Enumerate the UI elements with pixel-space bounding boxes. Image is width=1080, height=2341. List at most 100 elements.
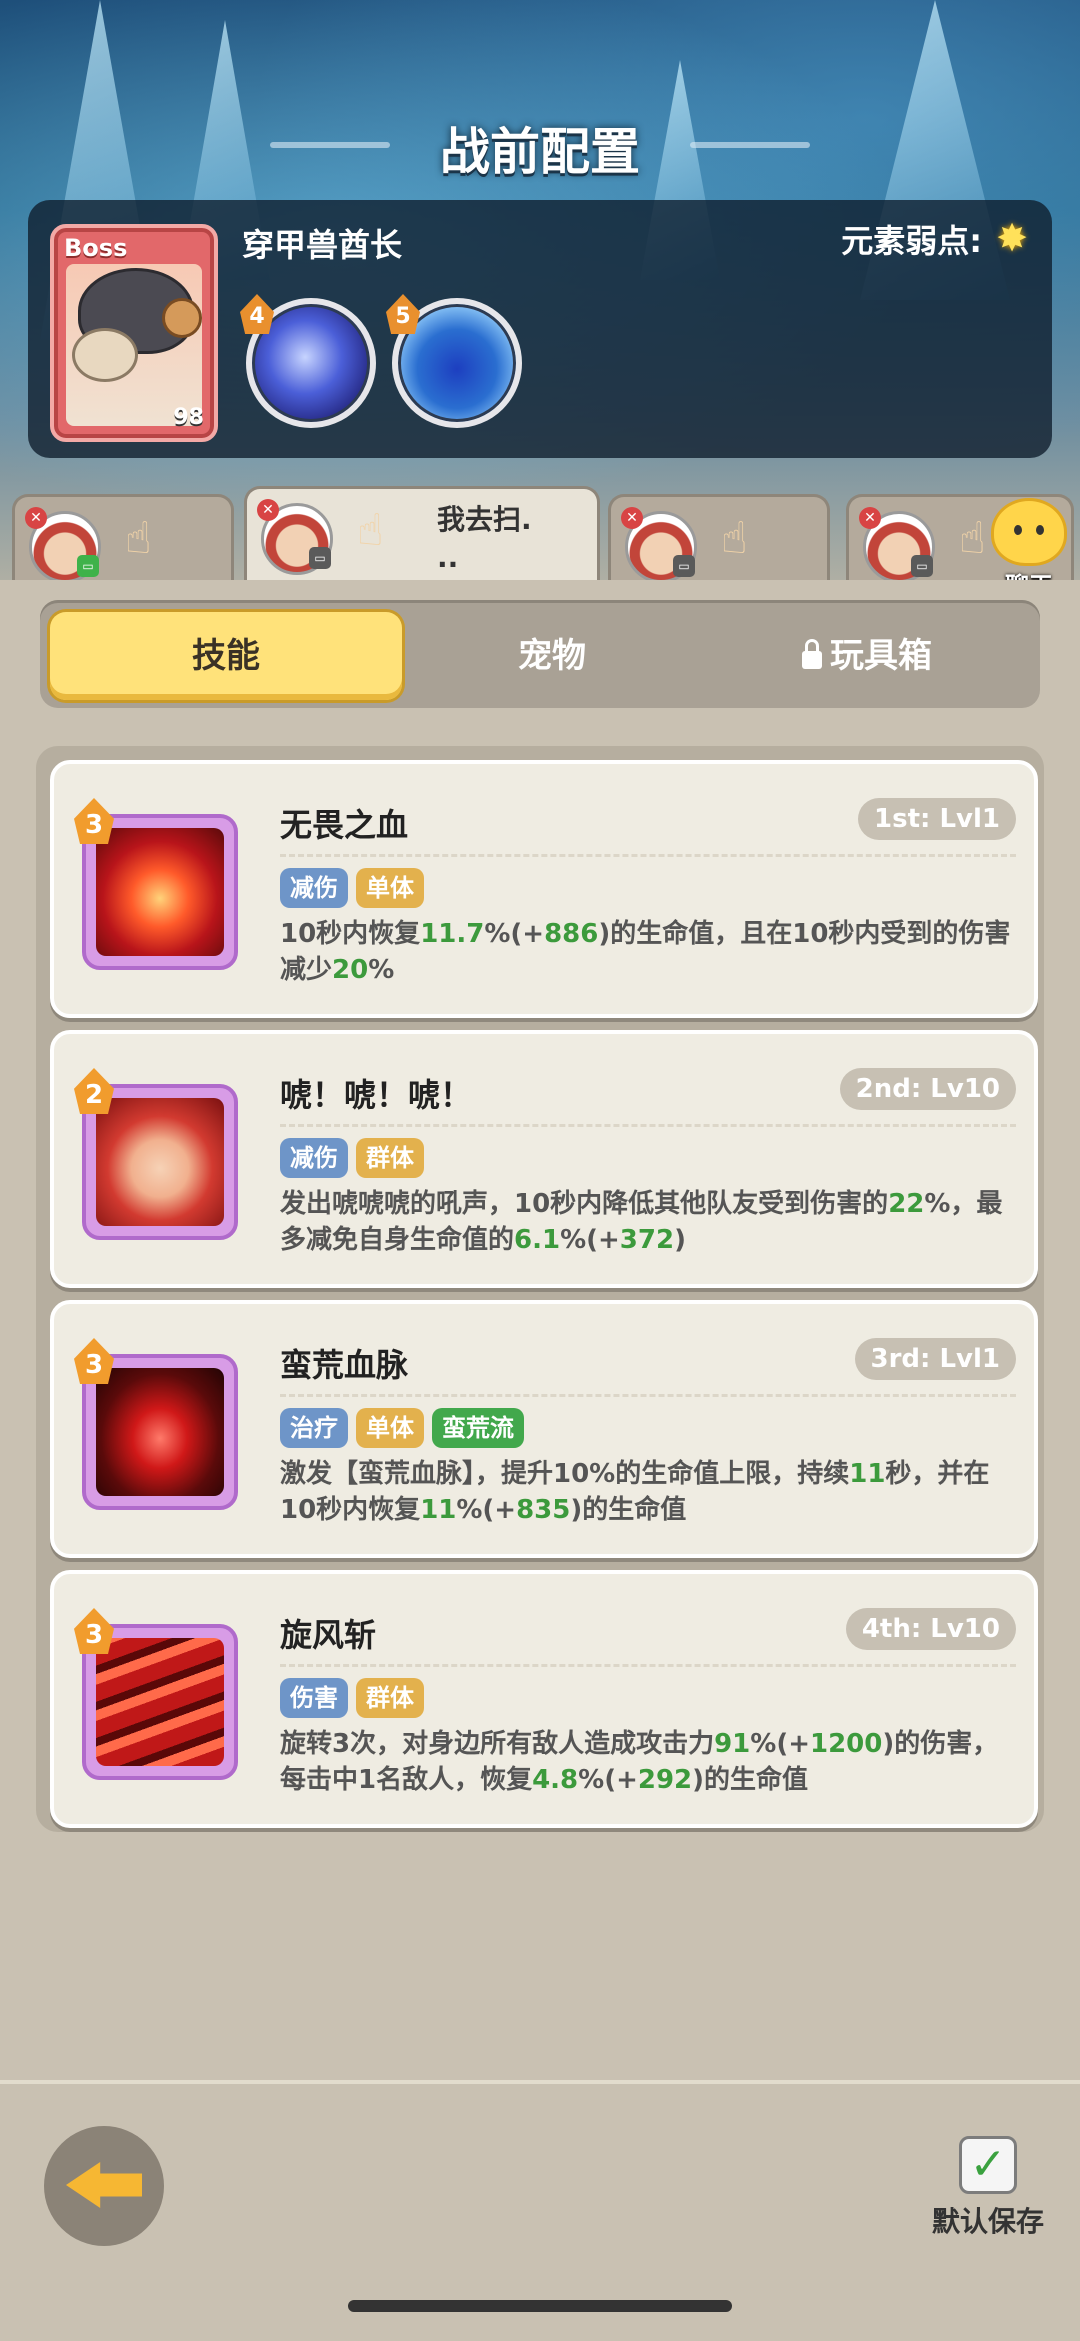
highlighted-value: 835: [516, 1495, 571, 1525]
skill-name: 唬！唬！唬！: [280, 1076, 473, 1114]
tab-toybox-label: 玩具箱: [830, 636, 932, 676]
remove-x-icon[interactable]: ✕: [257, 499, 279, 521]
description-text: 10秒内恢复: [280, 919, 421, 949]
description-text: 旋转3次，对身边所有敌人造成攻击力: [280, 1729, 715, 1759]
skill-icon-art: [96, 1368, 224, 1496]
status-icon: ▭: [911, 555, 933, 577]
skill-rank-badge: 3rd: Lvl1: [854, 1338, 1016, 1380]
skill-level-badge: 3: [74, 798, 114, 844]
status-icon: ▭: [77, 555, 99, 577]
highlighted-value: 4.8: [532, 1765, 579, 1795]
divider: [280, 1124, 1016, 1127]
boss-portrait-card[interactable]: Boss 98: [50, 224, 218, 442]
highlighted-value: 372: [619, 1225, 675, 1255]
pointing-hand-icon: ☝: [357, 505, 384, 556]
skill-icon-art: [96, 828, 224, 956]
description-text: 激发【蛮荒血脉】，提升10%的生命值上限，持续: [280, 1459, 850, 1489]
skill-tags: 治疗 单体 蛮荒流: [280, 1408, 532, 1448]
tab-toybox[interactable]: 玩具箱: [702, 612, 1032, 700]
skill-tag: 伤害: [280, 1678, 348, 1718]
divider: [280, 854, 1016, 857]
description-text: )的生命值: [692, 1765, 809, 1795]
skill-tag: 治疗: [280, 1408, 348, 1448]
skill-description: 发出唬唬唬的吼声，10秒内降低其他队友受到伤害的22%，最多减免自身生命值的6.…: [280, 1186, 1016, 1258]
remove-x-icon[interactable]: ✕: [859, 507, 881, 529]
description-text: %(+: [578, 1765, 638, 1795]
default-save-toggle[interactable]: ✓ 默认保存: [928, 2136, 1048, 2240]
pointing-hand-icon: ☝: [959, 513, 986, 564]
skill-tags: 减伤 单体: [280, 868, 432, 908]
tab-skills[interactable]: 技能: [50, 612, 402, 700]
skill-card[interactable]: 3 无畏之血 1st: Lvl1 减伤 单体 10秒内恢复11.7%(+886)的…: [50, 760, 1038, 1018]
orb-level-badge: 5: [386, 294, 420, 334]
back-arrow-icon: [66, 2162, 142, 2208]
boss-name: 穿甲兽酋长: [242, 226, 403, 264]
skill-tags: 减伤 群体: [280, 1138, 432, 1178]
smiley-face-icon: [991, 498, 1067, 566]
back-button[interactable]: [44, 2126, 164, 2246]
home-indicator[interactable]: [348, 2300, 732, 2312]
description-text: %: [368, 955, 395, 985]
team-member-tab[interactable]: ✕ ▭ ☝ 我去扫. ..: [244, 486, 600, 583]
skill-tag: 群体: [356, 1678, 424, 1718]
skill-list: 3 无畏之血 1st: Lvl1 减伤 单体 10秒内恢复11.7%(+886)的…: [36, 746, 1044, 1832]
status-icon: ▭: [673, 555, 695, 577]
tab-pets[interactable]: 宠物: [402, 612, 702, 700]
skill-name: 旋风斩: [280, 1616, 377, 1654]
screen-title: 战前配置: [440, 123, 640, 181]
skill-card[interactable]: 3 旋风斩 4th: Lv10 伤害 群体 旋转3次，对身边所有敌人造成攻击力91…: [50, 1570, 1038, 1828]
category-segmented-control: 技能 宠物 玩具箱: [40, 600, 1040, 708]
divider: [280, 1664, 1016, 1667]
description-text: %(+: [484, 919, 545, 949]
skill-tag: 减伤: [280, 868, 348, 908]
highlighted-value: 11: [849, 1459, 886, 1489]
status-icon: ▭: [309, 547, 331, 569]
skill-level-badge: 3: [74, 1608, 114, 1654]
lock-icon: [802, 639, 822, 669]
pointing-hand-icon: ☝: [125, 513, 152, 564]
default-save-label: 默认保存: [931, 2205, 1044, 2238]
armadillo-boss-ear: [162, 298, 202, 338]
boss-info-panel: Boss 98 穿甲兽酋长 元素弱点: ✸ 4 5: [28, 200, 1052, 458]
main-content: 技能 宠物 玩具箱 3 无畏之血 1st: Lvl1 减伤 单体 10秒内恢复11…: [0, 580, 1080, 2080]
skill-description: 激发【蛮荒血脉】，提升10%的生命值上限，持续11秒，并在10秒内恢复11%(+…: [280, 1456, 1016, 1528]
remove-x-icon[interactable]: ✕: [621, 507, 643, 529]
team-member-tab[interactable]: ✕ ▭ ☝: [608, 494, 830, 583]
highlighted-value: 6.1: [514, 1225, 561, 1255]
remove-x-icon[interactable]: ✕: [25, 507, 47, 529]
highlighted-value: 20: [332, 955, 369, 985]
skill-tag: 单体: [356, 868, 424, 908]
highlighted-value: 886: [544, 919, 599, 949]
team-member-tab[interactable]: ✕ ▭ ☝: [12, 494, 234, 583]
skill-tag: 蛮荒流: [432, 1408, 524, 1448]
skill-level-badge: 2: [74, 1068, 114, 1114]
skill-icon-art: [96, 1638, 224, 1766]
skill-name: 无畏之血: [280, 806, 409, 844]
description-text: %(+: [456, 1495, 517, 1525]
skill-level-badge: 3: [74, 1338, 114, 1384]
highlighted-value: 22: [888, 1189, 925, 1219]
skill-card[interactable]: 2 唬！唬！唬！ 2nd: Lv10 减伤 群体 发出唬唬唬的吼声，10秒内降低其…: [50, 1030, 1038, 1288]
highlighted-value: 91: [714, 1729, 751, 1759]
highlighted-value: 11.7: [420, 919, 485, 949]
description-text: ): [674, 1225, 686, 1255]
element-weakness-label: 元素弱点:: [841, 222, 982, 260]
team-member-message: 我去扫. ..: [437, 503, 532, 574]
skill-card[interactable]: 3 蛮荒血脉 3rd: Lvl1 治疗 单体 蛮荒流 激发【蛮荒血脉】，提升10%的…: [50, 1300, 1038, 1558]
skill-description: 旋转3次，对身边所有敌人造成攻击力91%(+1200)的伤害，每击中1名敌人，恢…: [280, 1726, 1016, 1798]
armadillo-boss-face: [72, 328, 138, 382]
skill-tag: 单体: [356, 1408, 424, 1448]
description-text: %(+: [750, 1729, 810, 1759]
checkmark-icon[interactable]: ✓: [959, 2136, 1017, 2194]
boss-level: 98: [173, 405, 204, 430]
description-text: 发出唬唬唬的吼声，10秒内降低其他队友受到伤害的: [280, 1189, 889, 1219]
description-text: )的生命值: [570, 1495, 687, 1525]
highlighted-value: 1200: [810, 1729, 883, 1759]
divider: [280, 1394, 1016, 1397]
pointing-hand-icon: ☝: [721, 513, 748, 564]
skill-description: 10秒内恢复11.7%(+886)的生命值，且在10秒内受到的伤害减少20%: [280, 916, 1016, 988]
highlighted-value: 11: [420, 1495, 457, 1525]
skill-rank-badge: 2nd: Lv10: [839, 1068, 1016, 1110]
skill-name: 蛮荒血脉: [280, 1346, 409, 1384]
skill-icon-art: [96, 1098, 224, 1226]
